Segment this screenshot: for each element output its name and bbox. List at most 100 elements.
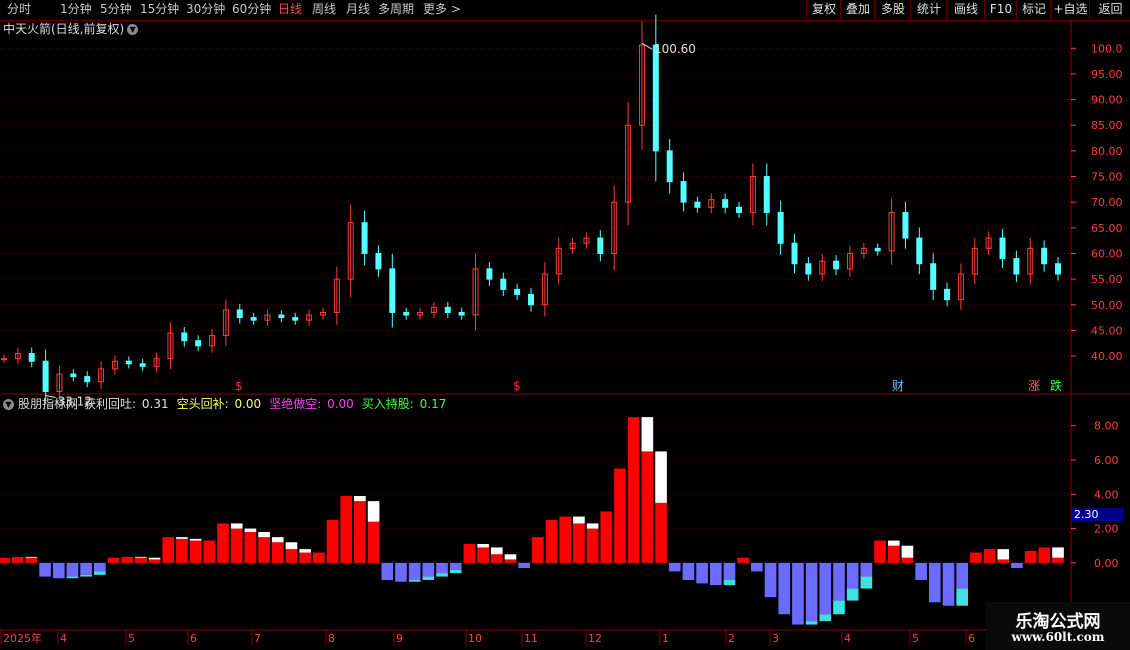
candle-body — [833, 260, 840, 270]
candle-body — [42, 360, 49, 392]
high-pointer — [641, 42, 653, 50]
candle-body — [874, 247, 881, 252]
candle-body — [28, 353, 35, 362]
event-marker-2: 财 — [892, 379, 904, 393]
histogram-fade-segment — [80, 574, 92, 577]
histogram-fade-segment — [997, 549, 1010, 560]
histogram-bar-positive — [463, 544, 476, 563]
indicator-tick-label: 0.00 — [1094, 557, 1119, 570]
y-tick-label: 65.00 — [1091, 222, 1123, 235]
candle-body — [791, 242, 798, 265]
candle-body — [375, 252, 382, 270]
histogram-bar-positive — [25, 557, 38, 563]
histogram-bar-positive — [573, 523, 585, 563]
candle-body — [1055, 263, 1061, 275]
histogram-fade-segment — [1052, 547, 1064, 558]
candle-body — [694, 201, 701, 208]
x-tick-label: 4 — [60, 632, 67, 645]
histogram-bar-negative — [94, 562, 106, 572]
indicator-tick-label: 2.00 — [1094, 523, 1119, 536]
candle-body — [736, 206, 743, 213]
histogram-bar-negative — [422, 562, 435, 577]
histogram-fade-segment — [135, 556, 147, 558]
candle-body — [486, 268, 493, 280]
low-price-label: 33.12 — [58, 394, 92, 408]
histogram-fade-segment — [901, 545, 914, 558]
histogram-bar-positive — [887, 545, 900, 563]
histogram-bar-negative — [764, 562, 777, 598]
x-tick-label: 1 — [662, 632, 669, 645]
histogram-bar-negative — [66, 562, 79, 577]
histogram-bar-positive — [1052, 557, 1064, 563]
candle-body — [999, 237, 1006, 260]
histogram-bar-positive — [367, 521, 380, 563]
histogram-fade-segment — [285, 542, 298, 550]
candle-body — [1041, 247, 1048, 265]
x-tick-label: 2025年 — [3, 631, 42, 645]
histogram-bar-negative — [381, 562, 394, 580]
candle-body — [944, 288, 951, 301]
histogram-bar-positive — [0, 557, 10, 563]
chart-canvas[interactable]: 100.095.0090.0085.0080.0075.0070.0065.00… — [0, 0, 1130, 650]
histogram-bar-positive — [901, 557, 914, 563]
y-tick-label: 90.00 — [1091, 94, 1123, 107]
candle-body — [680, 181, 687, 203]
histogram-fade-segment — [189, 538, 202, 541]
current-indicator-value: 2.30 — [1072, 508, 1124, 521]
histogram-bar-positive — [189, 540, 202, 563]
histogram-bar-negative — [805, 562, 818, 622]
histogram-bar-positive — [970, 552, 982, 563]
histogram-bar-positive — [586, 528, 599, 563]
histogram-bar-negative — [80, 562, 92, 575]
histogram-bar-negative — [682, 562, 695, 580]
indicator-tick-label: 8.00 — [1094, 420, 1119, 433]
candle-body — [528, 294, 534, 306]
histogram-fade-segment — [176, 537, 188, 539]
candle-body — [70, 373, 77, 378]
histogram-bar-positive — [203, 540, 216, 563]
histogram-fade-segment — [449, 569, 462, 574]
histogram-bar-positive — [490, 554, 503, 563]
histogram-fade-segment — [819, 614, 832, 622]
histogram-bar-negative — [52, 562, 65, 579]
candle-body — [805, 263, 812, 275]
histogram-bar-positive — [326, 520, 339, 563]
histogram-bar-positive — [121, 556, 134, 563]
y-tick-label: 55.00 — [1091, 273, 1123, 286]
histogram-fade-segment — [655, 451, 667, 503]
histogram-bar-positive — [627, 417, 640, 563]
histogram-bar-negative — [942, 562, 955, 606]
candle-body — [916, 237, 923, 265]
histogram-bar-negative — [668, 562, 681, 572]
histogram-bar-positive — [983, 549, 996, 563]
x-tick-label: 9 — [396, 632, 403, 645]
histogram-bar-positive — [135, 557, 147, 563]
histogram-bar-positive — [107, 557, 120, 563]
histogram-bar-negative — [928, 562, 941, 603]
histogram-bar-positive — [1024, 550, 1037, 563]
y-tick-label: 40.00 — [1091, 350, 1123, 363]
histogram-fade-segment — [490, 547, 503, 555]
histogram-fade-segment — [573, 516, 585, 524]
histogram-fade-segment — [586, 523, 599, 529]
candle-body — [722, 199, 729, 208]
event-marker-3: 涨 — [1028, 378, 1040, 393]
histogram-bar-negative — [778, 562, 791, 615]
candle-body — [250, 317, 257, 321]
histogram-bar-positive — [354, 501, 366, 563]
histogram-fade-segment — [805, 621, 818, 625]
histogram-bar-positive — [600, 511, 613, 563]
x-tick-label: 10 — [468, 632, 482, 645]
histogram-bar-negative — [39, 562, 51, 577]
histogram-bar-positive — [230, 528, 243, 563]
histogram-bar-positive — [545, 520, 558, 563]
candle-body — [389, 268, 396, 313]
histogram-bar-negative — [751, 562, 763, 572]
candle-body — [195, 340, 202, 347]
histogram-bar-positive — [258, 537, 270, 563]
x-tick-label: 5 — [128, 632, 135, 645]
event-marker-1: $ — [513, 379, 521, 393]
event-marker-4: 跌 — [1050, 378, 1062, 393]
histogram-fade-segment — [408, 580, 421, 582]
low-pointer — [45, 394, 56, 398]
